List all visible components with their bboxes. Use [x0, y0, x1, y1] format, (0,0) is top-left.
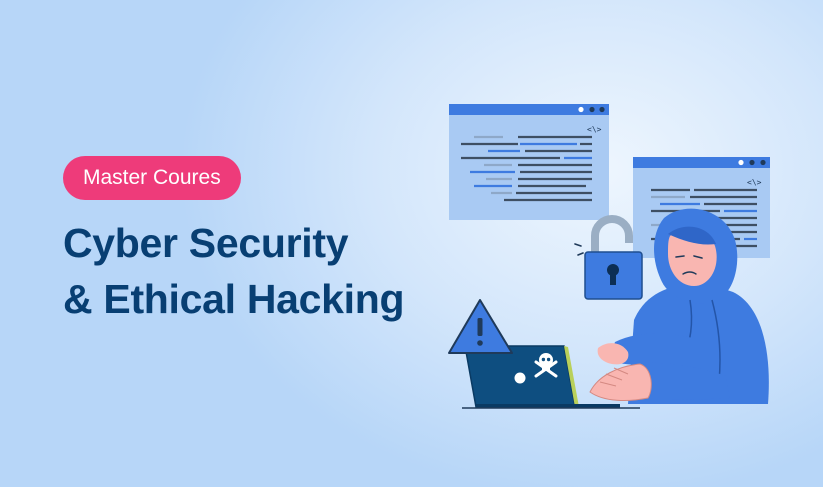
code-window-icon: <\> [449, 104, 609, 220]
course-banner: Master Coures Cyber Security & Ethical H… [0, 0, 823, 487]
code-tag-2: <\> [747, 178, 762, 187]
hacker-illustration: <\> <\> [448, 104, 770, 409]
code-tag-1: <\> [587, 125, 602, 134]
padlock-open-icon [574, 215, 643, 300]
warning-triangle-icon [448, 299, 513, 354]
